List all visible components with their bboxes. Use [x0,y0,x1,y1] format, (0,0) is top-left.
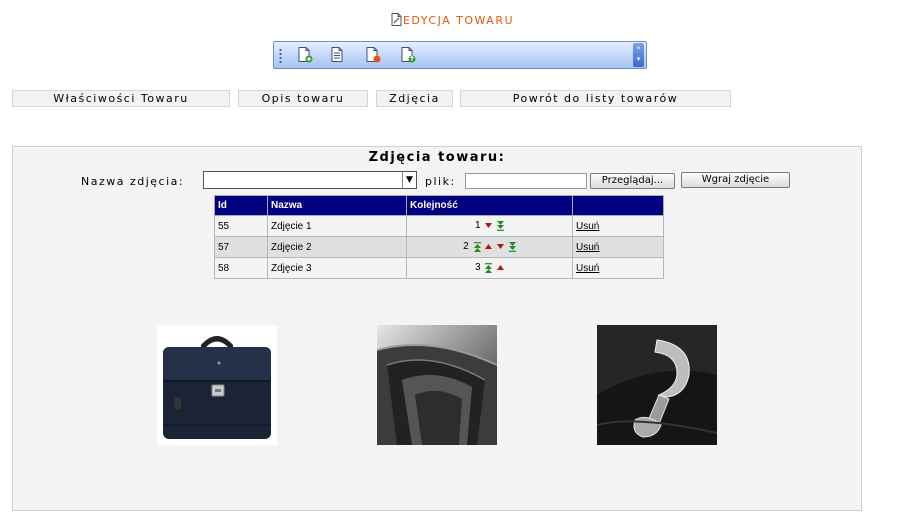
cell-order: 1 [406,215,573,237]
table-row: 55 Zdjęcie 1 1 Usuń [214,215,664,237]
order-number: 3 [474,262,481,274]
toolbar-overflow-chevron-icon[interactable]: » ▾ [633,43,644,67]
cell-actions: Usuń [572,236,664,258]
tab-back-to-list[interactable]: Powrót do listy towarów [460,90,731,107]
cell-id: 58 [214,257,268,279]
cell-actions: Usuń [572,257,664,279]
column-header-name: Nazwa [267,195,407,216]
order-number: 1 [474,220,481,232]
move-to-bottom-icon[interactable] [497,220,505,231]
cell-name: Zdjęcie 3 [267,257,407,279]
cell-id: 57 [214,236,268,258]
column-header-actions [572,195,664,216]
cell-actions: Usuń [572,215,664,237]
cell-name: Zdjęcie 1 [267,215,407,237]
document-edit-icon [391,13,402,26]
delete-document-icon[interactable] [364,46,382,64]
page-header: EDYCJA TOWARU [0,13,905,27]
browse-button[interactable]: Przeglądaj... [590,173,675,189]
toolbar-grip[interactable] [279,48,282,64]
move-to-bottom-icon[interactable] [508,241,516,252]
upload-photo-button[interactable]: Wgraj zdjęcie [681,172,790,188]
cell-id: 55 [214,215,268,237]
move-down-icon[interactable] [497,243,505,250]
order-number: 2 [463,241,469,253]
briefcase-clasp-photo[interactable] [596,325,718,445]
file-label: plik: [425,175,456,188]
photo-name-label: Nazwa zdjęcia: [81,175,185,188]
briefcase-front-photo[interactable] [157,325,277,445]
table-row: 58 Zdjęcie 3 3 Usuń [214,257,664,279]
cell-name: Zdjęcie 2 [267,236,407,258]
move-down-icon[interactable] [485,222,493,229]
delete-link[interactable]: Usuń [576,221,599,232]
refresh-document-icon[interactable] [399,46,417,64]
tab-product-description[interactable]: Opis towaru [238,90,368,107]
briefcase-interior-photo[interactable] [376,325,498,445]
editor-toolbar: » ▾ [273,41,647,69]
panel-title: Zdjęcia towaru: [368,150,506,165]
table-row: 57 Zdjęcie 2 2 Usuń [214,236,664,258]
dropdown-arrow-icon[interactable]: ▼ [402,172,416,188]
move-up-icon[interactable] [497,264,505,271]
table-header-row: Id Nazwa Kolejność [214,195,664,216]
tab-product-properties[interactable]: Właściwości Towaru [12,90,230,107]
file-path-input[interactable] [465,173,587,189]
column-header-order: Kolejność [406,195,573,216]
list-document-icon[interactable] [329,46,347,64]
tab-photos[interactable]: Zdjęcia [376,90,453,107]
cell-order: 3 [406,257,573,279]
move-to-top-icon[interactable] [485,263,493,273]
photos-panel: Zdjęcia towaru: Nazwa zdjęcia: ▼ plik: P… [12,146,862,511]
column-header-id: Id [214,195,268,216]
move-up-icon[interactable] [485,243,493,250]
delete-link[interactable]: Usuń [576,242,599,253]
move-to-top-icon[interactable] [473,242,481,252]
photo-name-select[interactable]: ▼ [203,171,417,189]
photos-table: Id Nazwa Kolejność 55 Zdjęcie 1 1 Usuń 5… [214,195,664,279]
page-title: EDYCJA TOWARU [402,14,515,27]
cell-order: 2 [406,236,573,258]
delete-link[interactable]: Usuń [576,263,599,274]
add-document-icon[interactable] [296,46,314,64]
